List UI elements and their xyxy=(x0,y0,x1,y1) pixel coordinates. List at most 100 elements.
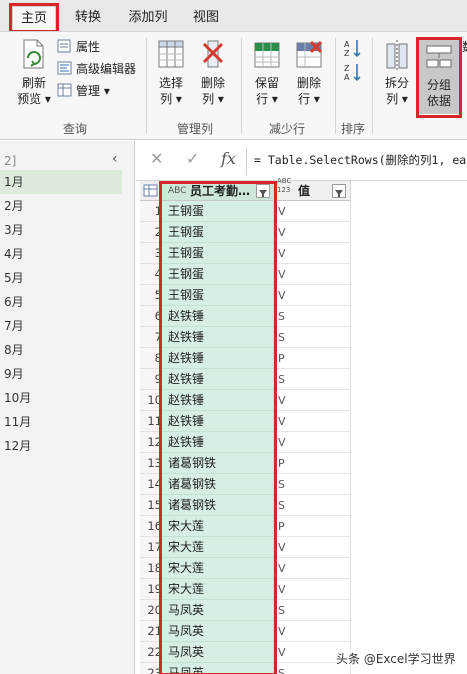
advanced-editor-button[interactable]: 高级编辑器 xyxy=(57,60,136,78)
choose-columns-label-2: 列 ▾ xyxy=(160,92,182,106)
table-cell-value[interactable]: V xyxy=(274,411,351,432)
sort-descending-button[interactable]: Z A xyxy=(342,62,364,86)
refresh-label-1: 刷新 xyxy=(21,76,46,90)
advanced-editor-label: 高级编辑器 xyxy=(76,62,137,76)
svg-text:A: A xyxy=(344,40,350,49)
table-cell-value[interactable]: S xyxy=(274,306,351,327)
sort-ascending-button[interactable]: A Z xyxy=(342,38,364,62)
remove-rows-icon xyxy=(296,40,323,68)
query-item[interactable]: 5月 xyxy=(0,266,122,290)
cancel-formula-icon[interactable]: ✕ xyxy=(150,149,163,168)
properties-button[interactable]: 属性 xyxy=(57,38,100,56)
group-label-reduce-rows: 减少行 xyxy=(268,122,305,136)
tab-transform[interactable]: 转换 xyxy=(64,6,112,30)
query-item[interactable]: 12月 xyxy=(0,434,122,458)
data-grid: ABC 员工考勤… ABC 123 值 1 王钢蛋 V 2 王钢蛋 V 3 王钢蛋 V 4 王钢蛋 V… xyxy=(136,177,467,674)
fx-icon[interactable]: fx xyxy=(221,149,236,168)
query-item-selected[interactable]: 1月 xyxy=(0,170,122,194)
table-cell-value[interactable]: V xyxy=(274,537,351,558)
queries-pane: ‹ 2] 1月 2月 3月 4月 5月 6月 7月 8月 9月 10月 11月 … xyxy=(0,141,135,674)
table-cell-value[interactable]: S xyxy=(274,495,351,516)
split-column-button[interactable]: 拆分 列 ▾ xyxy=(377,38,417,107)
query-item[interactable]: 9月 xyxy=(0,362,122,386)
query-item[interactable]: 3月 xyxy=(0,218,122,242)
table-cell-value[interactable]: V xyxy=(274,222,351,243)
properties-label: 属性 xyxy=(76,40,101,54)
sort-ascending-icon: A Z xyxy=(344,40,361,58)
choose-columns-icon xyxy=(158,40,184,68)
table-cell-value[interactable]: P xyxy=(274,348,351,369)
svg-text:Z: Z xyxy=(344,64,350,73)
split-column-label-1: 拆分 xyxy=(384,76,409,90)
tab-add-column[interactable]: 添加列 xyxy=(120,6,176,30)
column-highlight xyxy=(159,181,277,674)
table-cell-value[interactable]: V xyxy=(274,558,351,579)
table-cell-value[interactable]: V xyxy=(274,285,351,306)
keep-rows-button[interactable]: 保留 行 ▾ xyxy=(246,38,288,107)
split-column-icon xyxy=(386,40,408,70)
query-item[interactable]: 6月 xyxy=(0,290,122,314)
remove-columns-button[interactable]: 删除 列 ▾ xyxy=(192,38,234,107)
group-label-query: 查询 xyxy=(62,122,87,136)
remove-rows-button[interactable]: 删除 行 ▾ xyxy=(288,38,330,107)
table-cell-value[interactable]: P xyxy=(274,516,351,537)
group-label-sort: 排序 xyxy=(340,122,365,136)
column-header-value[interactable]: ABC 123 值 xyxy=(274,177,351,201)
choose-columns-button[interactable]: 选择 列 ▾ xyxy=(150,38,192,107)
remove-rows-label-2: 行 ▾ xyxy=(298,92,320,106)
table-cell-value[interactable]: S xyxy=(274,327,351,348)
table-cell-value[interactable]: V xyxy=(274,264,351,285)
group-separator xyxy=(241,38,242,134)
keep-rows-icon xyxy=(254,42,280,68)
query-item[interactable]: 11月 xyxy=(0,410,122,434)
table-icon xyxy=(143,184,158,197)
group-label-manage-columns: 管理列 xyxy=(176,122,213,136)
table-cell-value[interactable]: S xyxy=(274,474,351,495)
remove-columns-label-1: 删除 xyxy=(200,76,225,90)
filter-dropdown-icon[interactable] xyxy=(332,184,346,198)
group-separator xyxy=(372,38,373,134)
query-item[interactable]: 7月 xyxy=(0,314,122,338)
manage-button[interactable]: 管理 ▾ xyxy=(57,82,110,100)
any-type-icon[interactable]: ABC 123 xyxy=(277,177,297,195)
watermark: 头条 @Excel学习世界 xyxy=(336,650,456,667)
group-separator xyxy=(335,38,336,134)
sort-descending-icon: Z A xyxy=(344,64,361,82)
formula-input[interactable]: = Table.SelectRows(删除的列1, ea xyxy=(254,152,466,168)
ribbon: 刷新 预览 ▾ 属性 高级编辑器 管理 ▾ 查询 选择 列 ▾ 删除 列 ▾ 管… xyxy=(0,31,467,140)
table-cell-value[interactable]: V xyxy=(274,201,351,222)
refresh-preview-button[interactable]: 刷新 预览 ▾ xyxy=(12,38,56,107)
split-column-label-2: 列 ▾ xyxy=(386,92,408,106)
tab-view[interactable]: 视图 xyxy=(184,6,228,30)
table-cell-value[interactable]: V xyxy=(274,390,351,411)
query-item[interactable]: 10月 xyxy=(0,386,122,410)
manage-label: 管理 ▾ xyxy=(76,84,110,98)
table-cell-value[interactable]: V xyxy=(274,621,351,642)
formula-separator xyxy=(246,147,247,175)
remove-columns-icon xyxy=(202,40,224,68)
properties-icon xyxy=(57,39,71,53)
refresh-label-2: 预览 ▾ xyxy=(17,92,51,106)
table-cell-value[interactable]: P xyxy=(274,453,351,474)
svg-text:A: A xyxy=(344,73,350,82)
ribbon-overflow-label: 数 xyxy=(462,38,467,56)
keep-rows-label-2: 行 ▾ xyxy=(256,92,278,106)
table-cell-value[interactable]: V xyxy=(274,579,351,600)
query-item[interactable]: 2月 xyxy=(0,194,122,218)
table-cell-value[interactable]: V xyxy=(274,243,351,264)
table-cell-value[interactable]: V xyxy=(274,432,351,453)
ribbon-tab-bar: 主页 转换 添加列 视图 xyxy=(0,0,467,33)
tab-home[interactable]: 主页 xyxy=(9,3,59,33)
group-separator xyxy=(146,38,147,134)
query-item[interactable]: 4月 xyxy=(0,242,122,266)
formula-bar: ✕ ✓ fx = Table.SelectRows(删除的列1, ea xyxy=(136,141,467,181)
choose-columns-label-1: 选择 xyxy=(158,76,183,90)
remove-rows-label-1: 删除 xyxy=(296,76,321,90)
column-header-label: 值 xyxy=(298,184,311,198)
query-item[interactable]: 8月 xyxy=(0,338,122,362)
confirm-formula-icon[interactable]: ✓ xyxy=(186,149,199,168)
table-cell-value[interactable]: S xyxy=(274,369,351,390)
refresh-preview-icon xyxy=(23,39,44,69)
table-cell-value[interactable]: S xyxy=(274,600,351,621)
advanced-editor-icon xyxy=(57,61,72,75)
